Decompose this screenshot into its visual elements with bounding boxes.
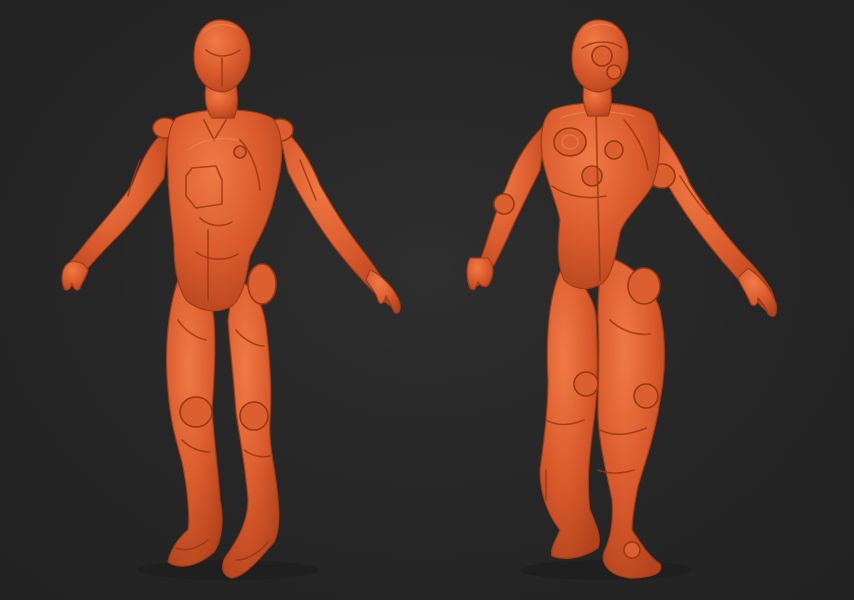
back-right-leg: [597, 255, 666, 579]
back-figure: [466, 19, 778, 580]
front-left-hand: [61, 260, 89, 291]
render-viewport: [0, 0, 854, 600]
front-left-arm: [66, 128, 169, 287]
back-left-leg: [539, 271, 600, 559]
back-right-hand: [737, 267, 778, 317]
sculpt-render: [61, 19, 778, 580]
front-right-hand: [365, 269, 401, 314]
front-figure: [61, 19, 401, 580]
back-left-hand: [466, 257, 494, 291]
